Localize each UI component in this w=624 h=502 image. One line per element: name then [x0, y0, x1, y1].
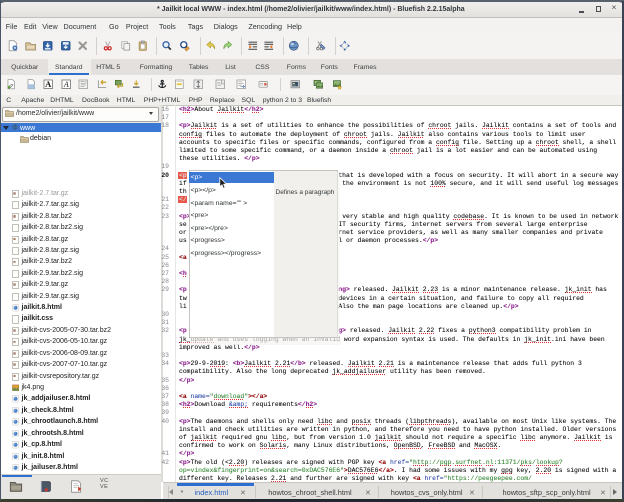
svg-text:A: A: [63, 80, 69, 89]
svg-text:A: A: [45, 79, 52, 89]
